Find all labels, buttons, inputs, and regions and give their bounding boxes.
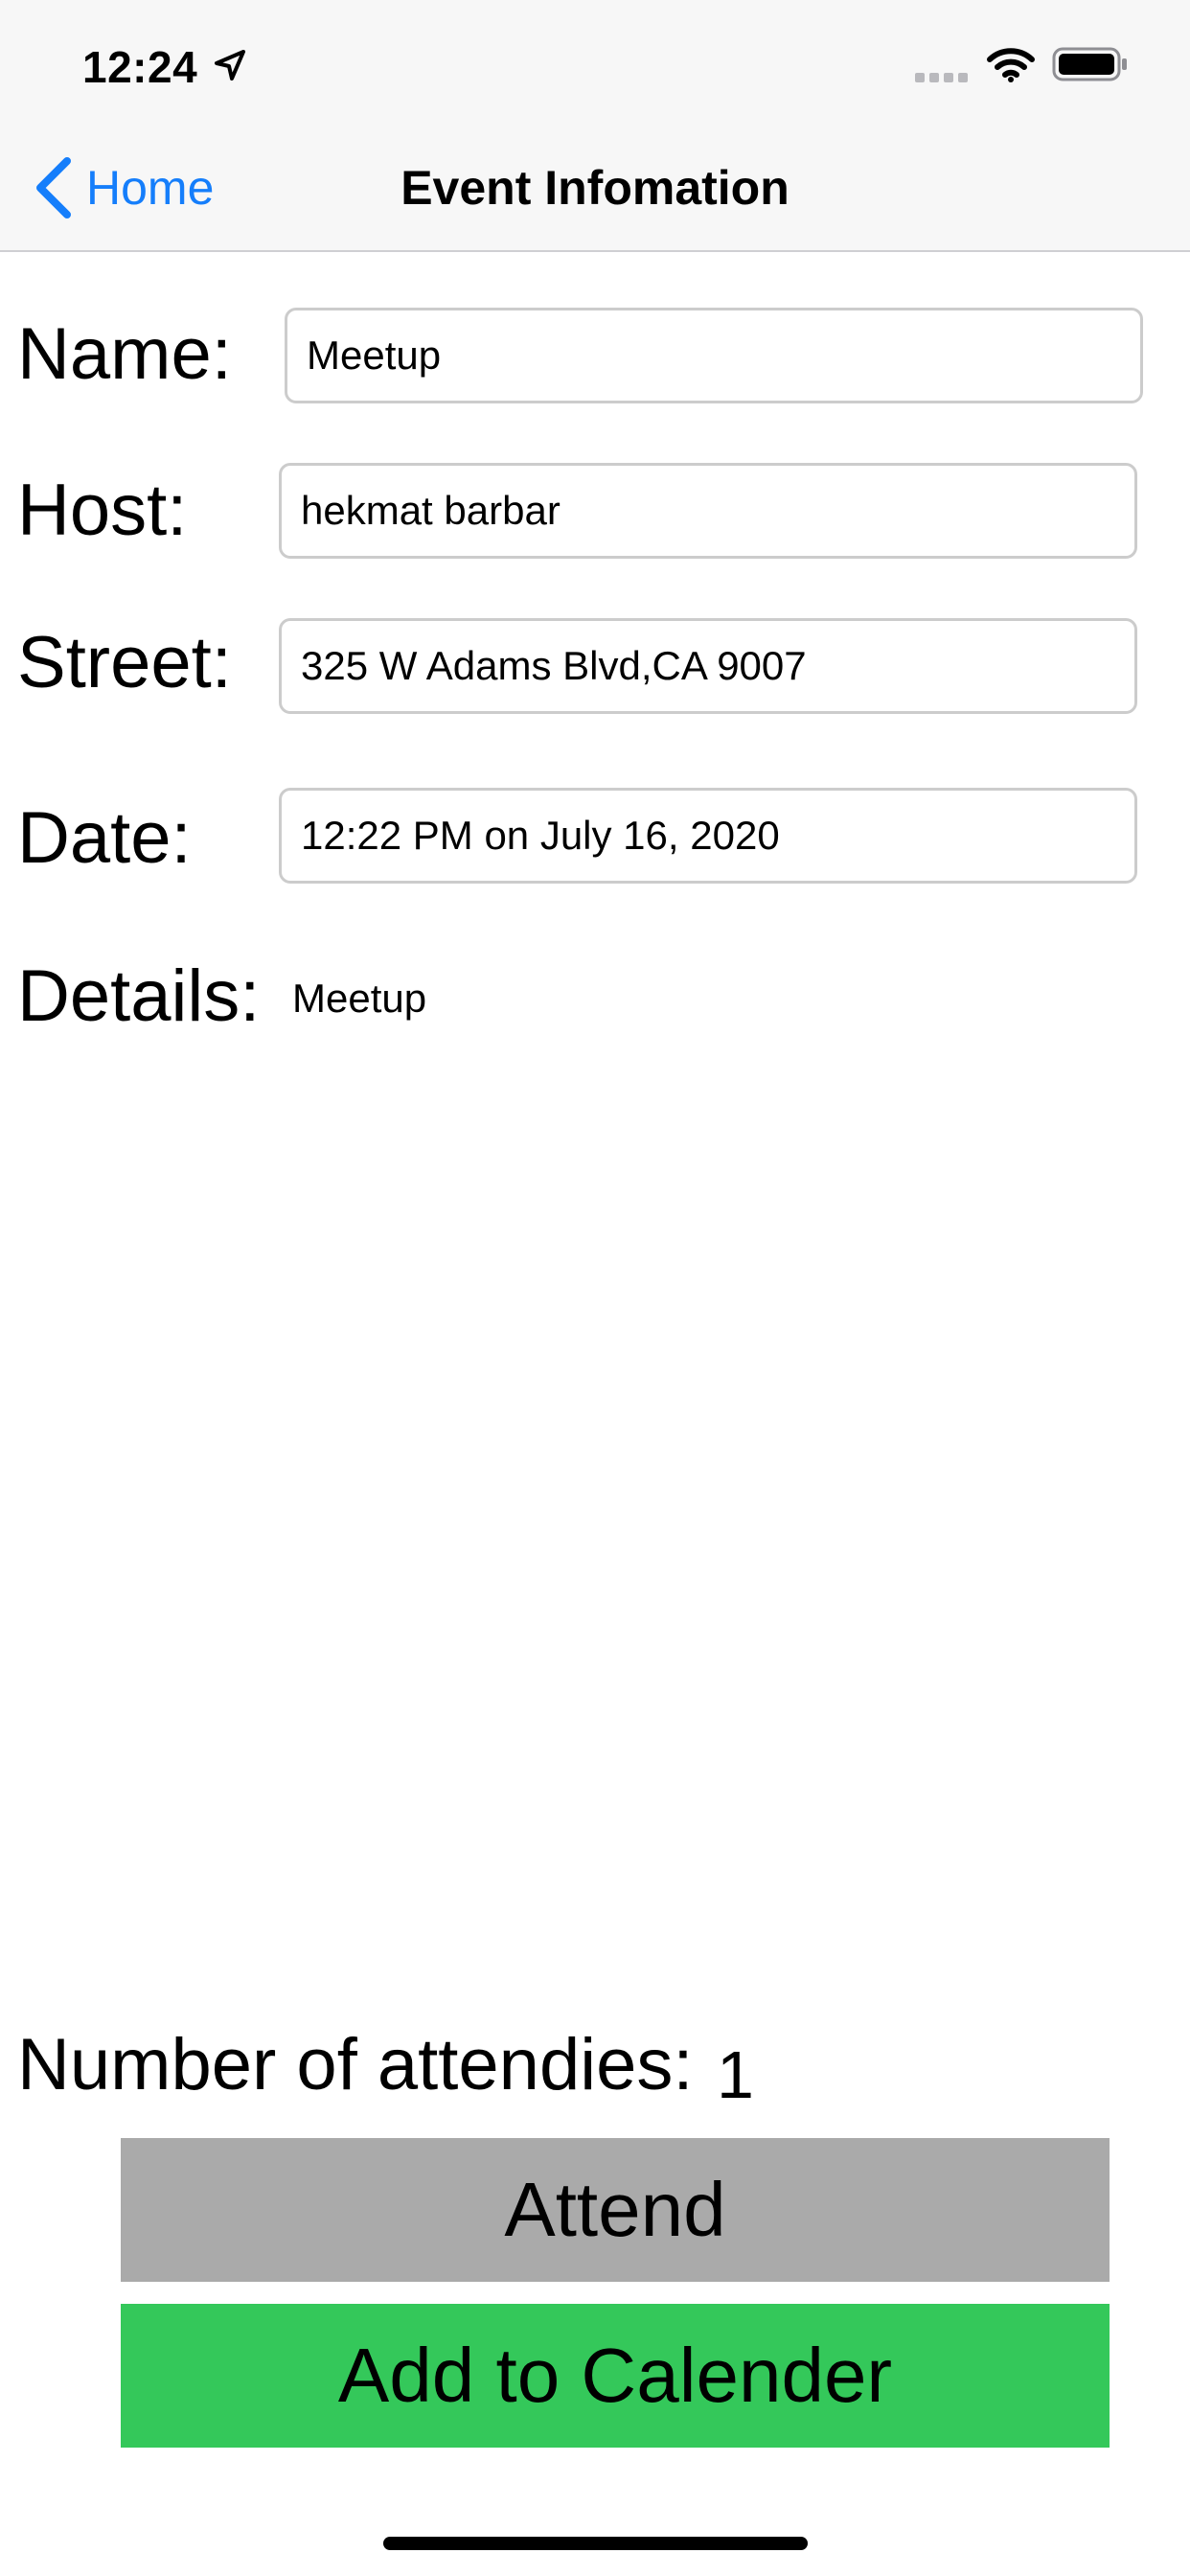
street-field[interactable] bbox=[279, 618, 1137, 714]
attendees-label: Number of attendies: bbox=[17, 2024, 694, 2105]
date-label: Date: bbox=[17, 797, 192, 879]
attend-button[interactable]: Attend bbox=[121, 2138, 1110, 2282]
add-to-calendar-button[interactable]: Add to Calender bbox=[121, 2304, 1110, 2448]
host-label: Host: bbox=[17, 470, 188, 551]
host-field[interactable] bbox=[279, 463, 1137, 559]
details-label: Details: bbox=[17, 955, 261, 1037]
details-value: Meetup bbox=[292, 976, 427, 1021]
attendees-count: 1 bbox=[717, 2037, 754, 2112]
cellular-signal-icon bbox=[915, 73, 968, 82]
street-label: Street: bbox=[17, 622, 232, 703]
location-arrow-icon bbox=[215, 50, 245, 80]
date-field[interactable] bbox=[279, 788, 1137, 884]
page-title: Event Infomation bbox=[400, 161, 790, 215]
home-indicator bbox=[383, 2537, 808, 2550]
battery-icon bbox=[1052, 47, 1127, 81]
name-label: Name: bbox=[17, 313, 232, 395]
name-field[interactable] bbox=[285, 308, 1143, 403]
status-time: 12:24 bbox=[82, 42, 198, 92]
wifi-icon bbox=[987, 48, 1035, 82]
